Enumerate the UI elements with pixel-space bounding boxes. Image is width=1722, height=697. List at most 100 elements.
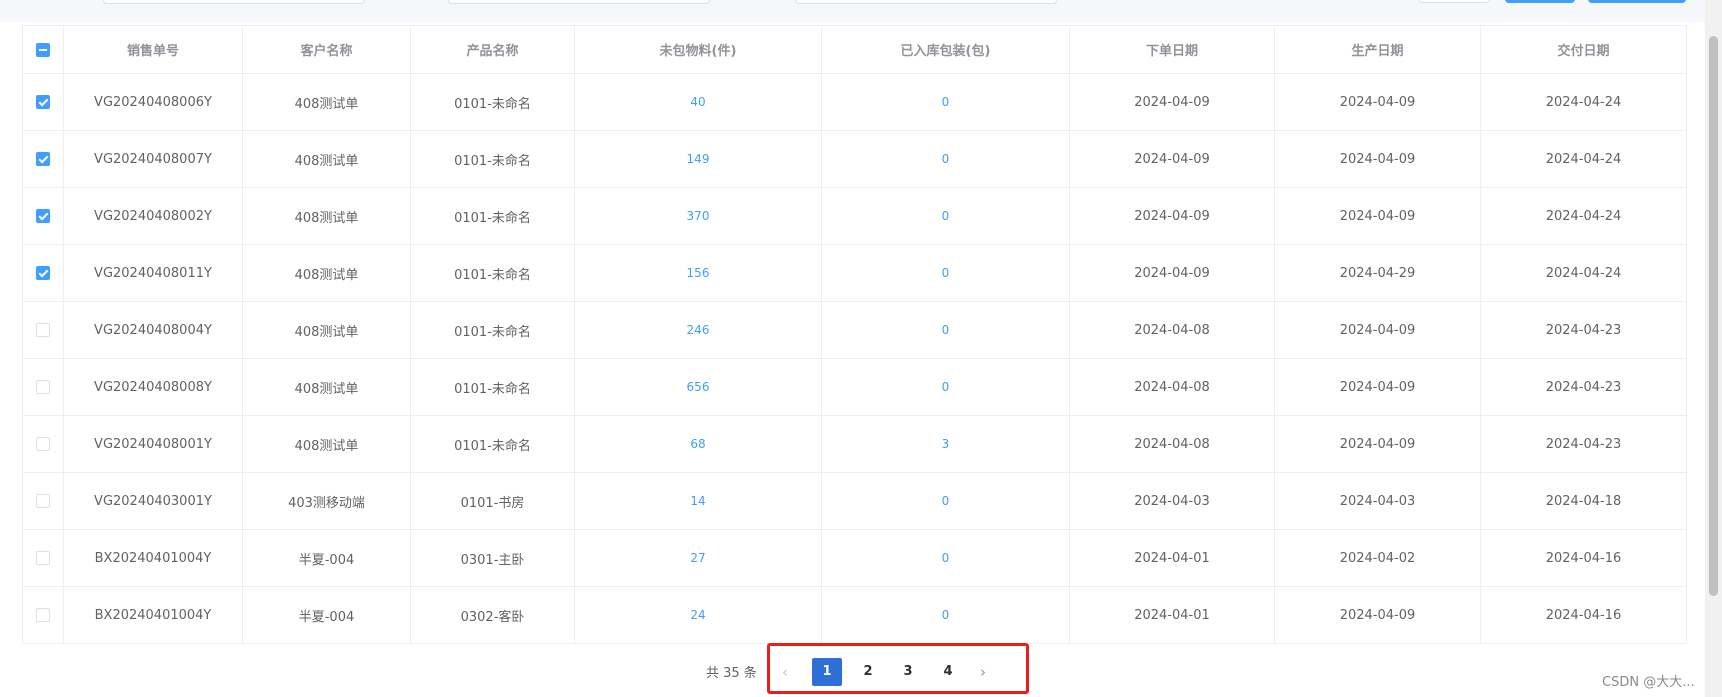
packed-link[interactable]: 0 — [942, 608, 950, 622]
cell-unpacked[interactable]: 149 — [574, 130, 822, 188]
unpacked-link[interactable]: 246 — [687, 323, 710, 337]
header-order-date[interactable]: 下单日期 — [1069, 25, 1275, 74]
table-row[interactable]: BX20240401004Y 半夏-004 0301-主卧 27 0 2024-04-01… — [22, 529, 1687, 587]
cell-packed[interactable]: 0 — [821, 73, 1070, 131]
packed-link[interactable]: 0 — [942, 551, 950, 565]
cell-unpacked[interactable]: 370 — [574, 187, 822, 245]
cell-prod-date: 2024-04-09 — [1274, 73, 1481, 131]
row-select-cell[interactable] — [22, 586, 64, 644]
unpacked-link[interactable]: 27 — [690, 551, 705, 565]
cell-packed[interactable]: 0 — [821, 358, 1070, 416]
table-row[interactable]: BX20240401004Y 半夏-004 0302-客卧 24 0 2024-04-01… — [22, 586, 1687, 644]
unpacked-link[interactable]: 156 — [687, 266, 710, 280]
chevron-right-icon[interactable]: › — [972, 658, 994, 686]
row-checkbox[interactable] — [36, 380, 50, 394]
cell-order-no: VG20240408011Y — [63, 244, 243, 302]
row-select-cell[interactable] — [22, 358, 64, 416]
filter-input-3[interactable] — [795, 0, 1057, 4]
select-all-checkbox[interactable] — [36, 42, 50, 57]
packed-link[interactable]: 0 — [942, 494, 950, 508]
unpacked-link[interactable]: 14 — [690, 494, 705, 508]
table-row[interactable]: VG20240408001Y 408测试单 0101-未命名 68 3 2024-04-0… — [22, 415, 1687, 473]
cell-unpacked[interactable]: 246 — [574, 301, 822, 359]
select-all-cell[interactable] — [22, 25, 64, 74]
packed-link[interactable]: 3 — [942, 437, 950, 451]
cell-packed[interactable]: 0 — [821, 130, 1070, 188]
cell-packed[interactable]: 0 — [821, 529, 1070, 587]
row-checkbox[interactable] — [36, 266, 50, 280]
table-row[interactable]: VG20240408011Y 408测试单 0101-未命名 156 0 2024-04-… — [22, 244, 1687, 302]
row-checkbox[interactable] — [36, 437, 50, 451]
cell-unpacked[interactable]: 27 — [574, 529, 822, 587]
row-select-cell[interactable] — [22, 187, 64, 245]
row-select-cell[interactable] — [22, 472, 64, 530]
cell-unpacked[interactable]: 656 — [574, 358, 822, 416]
row-select-cell[interactable] — [22, 529, 64, 587]
cell-product: 0101-未命名 — [410, 130, 575, 188]
cell-unpacked[interactable]: 68 — [574, 415, 822, 473]
cell-order-no: VG20240408008Y — [63, 358, 243, 416]
packed-link[interactable]: 0 — [942, 209, 950, 223]
unpacked-link[interactable]: 370 — [687, 209, 710, 223]
cell-delivery-date: 2024-04-23 — [1480, 301, 1687, 359]
row-checkbox[interactable] — [36, 551, 50, 565]
header-customer[interactable]: 客户名称 — [242, 25, 411, 74]
filter-input-1[interactable] — [103, 0, 365, 4]
unpacked-link[interactable]: 24 — [690, 608, 705, 622]
page-1[interactable]: 1 — [812, 658, 842, 686]
cell-unpacked[interactable]: 156 — [574, 244, 822, 302]
row-select-cell[interactable] — [22, 130, 64, 188]
cell-packed[interactable]: 0 — [821, 301, 1070, 359]
page-3[interactable]: 3 — [895, 658, 921, 686]
cell-product: 0301-主卧 — [410, 529, 575, 587]
packed-link[interactable]: 0 — [942, 266, 950, 280]
unpacked-link[interactable]: 68 — [690, 437, 705, 451]
reset-button[interactable] — [1418, 0, 1490, 3]
packed-link[interactable]: 0 — [942, 380, 950, 394]
table-row[interactable]: VG20240403001Y 403测移动端 0101-书房 14 0 2024-04-0… — [22, 472, 1687, 530]
page-scrollbar-thumb[interactable] — [1709, 36, 1718, 596]
row-select-cell[interactable] — [22, 244, 64, 302]
cell-customer: 403测移动端 — [242, 472, 411, 530]
cell-packed[interactable]: 3 — [821, 415, 1070, 473]
row-select-cell[interactable] — [22, 415, 64, 473]
packed-link[interactable]: 0 — [942, 323, 950, 337]
header-delivery-date[interactable]: 交付日期 — [1480, 25, 1687, 74]
row-checkbox[interactable] — [36, 494, 50, 508]
header-unpacked[interactable]: 未包物料(件) — [574, 25, 822, 74]
search-button[interactable] — [1505, 0, 1575, 3]
packed-link[interactable]: 0 — [942, 152, 950, 166]
unpacked-link[interactable]: 40 — [690, 95, 705, 109]
unpacked-link[interactable]: 149 — [687, 152, 710, 166]
row-checkbox[interactable] — [36, 152, 50, 166]
cell-packed[interactable]: 0 — [821, 586, 1070, 644]
table-row[interactable]: VG20240408002Y 408测试单 0101-未命名 370 0 2024-04-… — [22, 187, 1687, 245]
table-row[interactable]: VG20240408004Y 408测试单 0101-未命名 246 0 2024-04-… — [22, 301, 1687, 359]
row-checkbox[interactable] — [36, 608, 50, 622]
header-prod-date[interactable]: 生产日期 — [1274, 25, 1481, 74]
cell-packed[interactable]: 0 — [821, 187, 1070, 245]
table-row[interactable]: VG20240408006Y 408测试单 0101-未命名 40 0 2024-04-0… — [22, 73, 1687, 131]
header-packed[interactable]: 已入库包装(包) — [821, 25, 1070, 74]
row-select-cell[interactable] — [22, 301, 64, 359]
unpacked-link[interactable]: 656 — [687, 380, 710, 394]
row-checkbox[interactable] — [36, 95, 50, 109]
cell-packed[interactable]: 0 — [821, 244, 1070, 302]
row-select-cell[interactable] — [22, 73, 64, 131]
cell-unpacked[interactable]: 24 — [574, 586, 822, 644]
row-checkbox[interactable] — [36, 323, 50, 337]
cell-packed[interactable]: 0 — [821, 472, 1070, 530]
chevron-left-icon[interactable]: ‹ — [774, 658, 796, 686]
cell-unpacked[interactable]: 40 — [574, 73, 822, 131]
page-4[interactable]: 4 — [935, 658, 961, 686]
table-row[interactable]: VG20240408007Y 408测试单 0101-未命名 149 0 2024-04-… — [22, 130, 1687, 188]
header-order-no[interactable]: 销售单号 — [63, 25, 243, 74]
packed-link[interactable]: 0 — [942, 95, 950, 109]
action-button[interactable] — [1588, 0, 1686, 3]
header-product[interactable]: 产品名称 — [410, 25, 575, 74]
table-row[interactable]: VG20240408008Y 408测试单 0101-未命名 656 0 2024-04-… — [22, 358, 1687, 416]
row-checkbox[interactable] — [36, 209, 50, 223]
cell-unpacked[interactable]: 14 — [574, 472, 822, 530]
page-2[interactable]: 2 — [855, 658, 881, 686]
filter-input-2[interactable] — [448, 0, 710, 4]
